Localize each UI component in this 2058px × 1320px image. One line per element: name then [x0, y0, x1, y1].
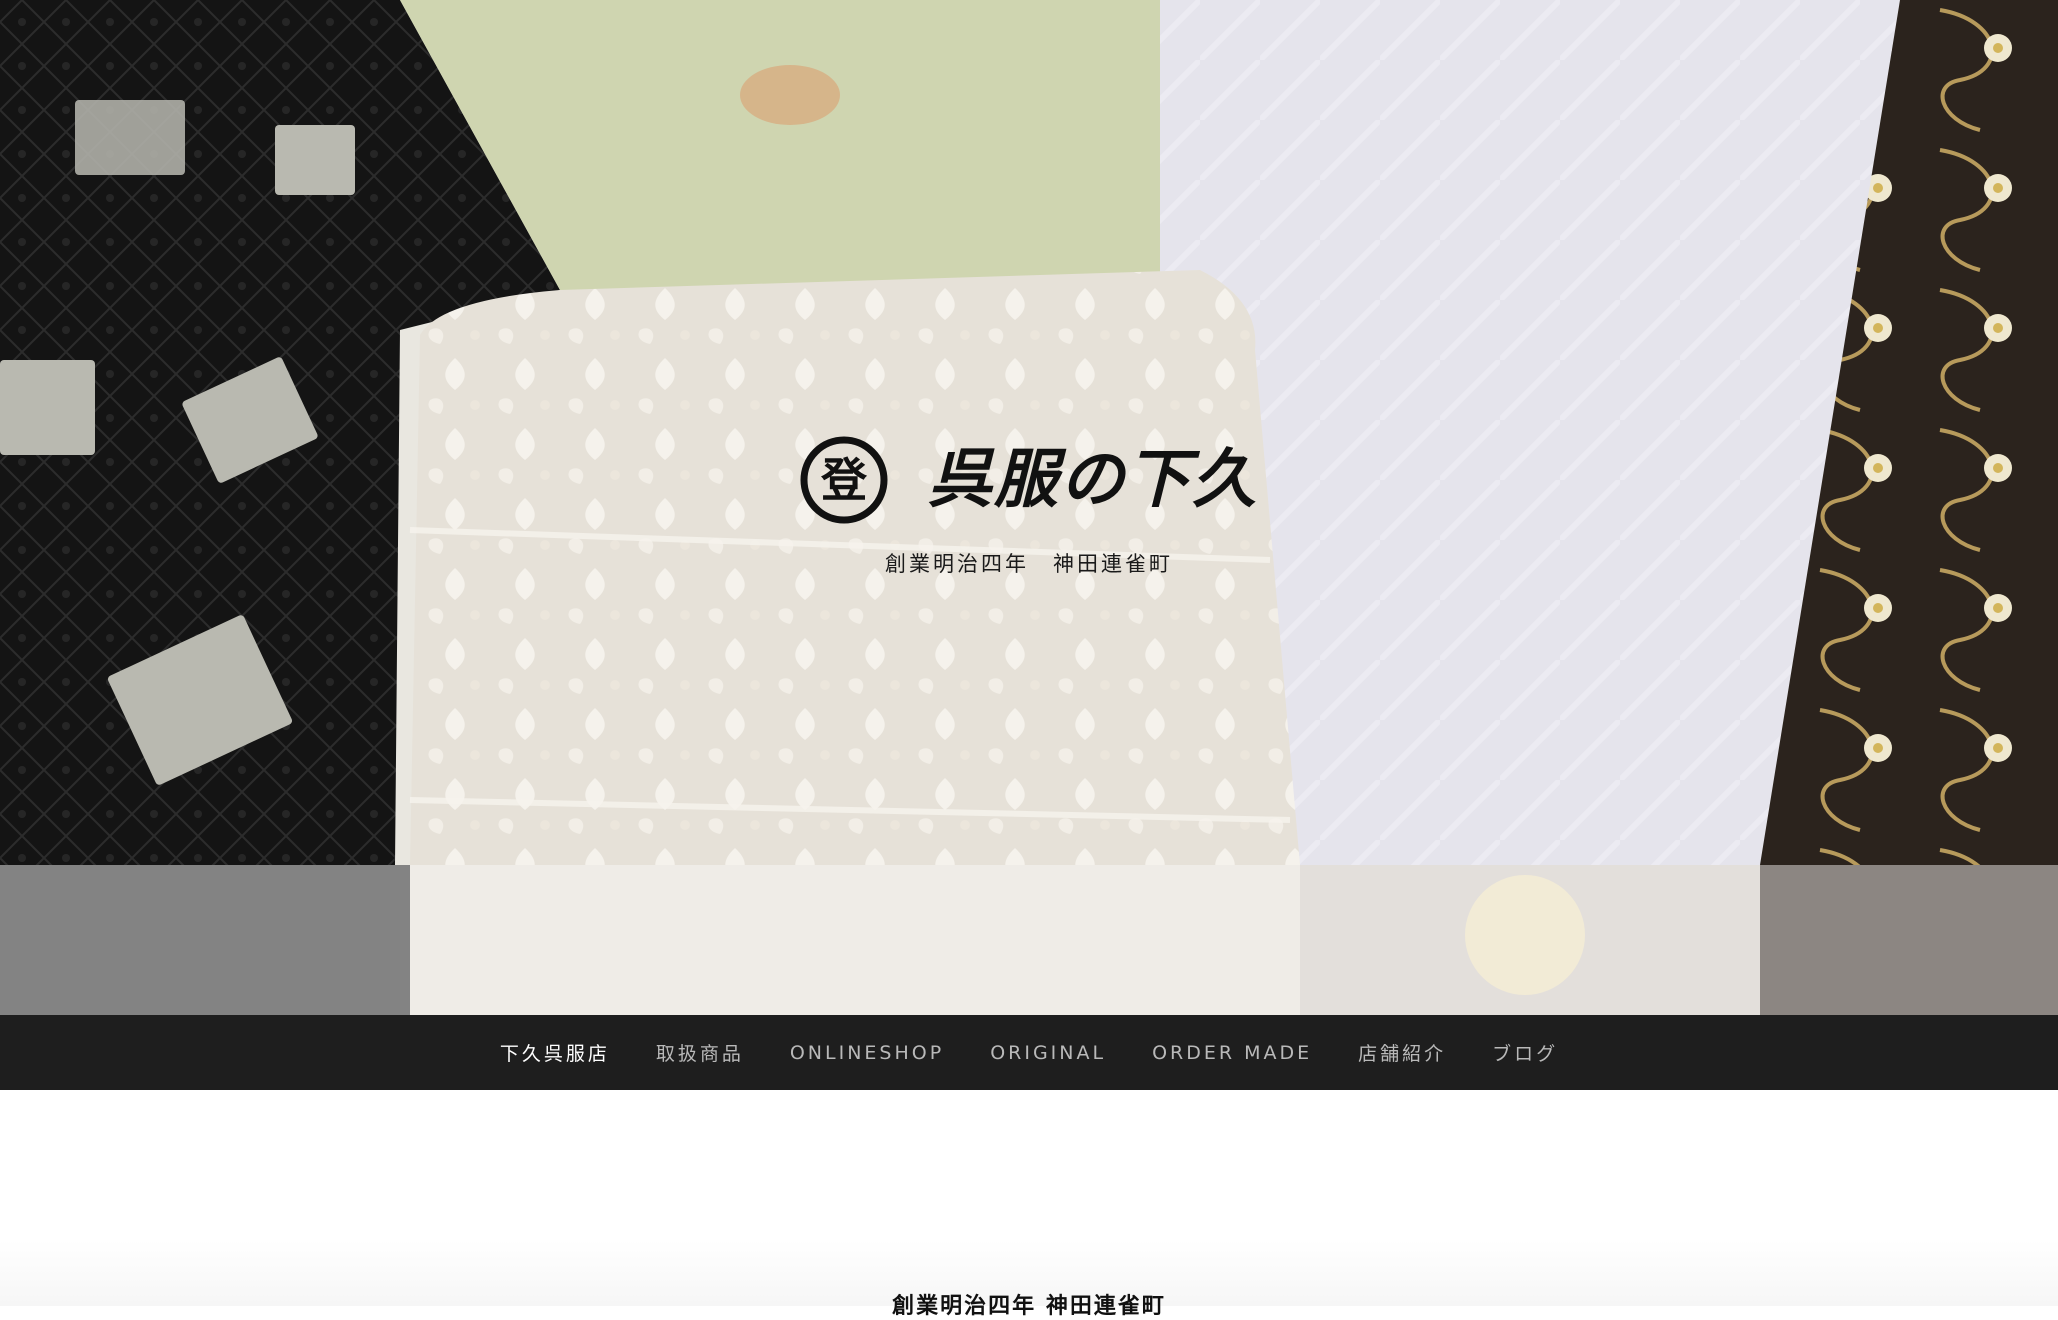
nav-item-products[interactable]: 取扱商品	[656, 1039, 744, 1066]
nav-item-original[interactable]: ORIGINAL	[990, 1042, 1106, 1064]
hero-banner: 登 呉服の下久 創業明治四年 神田連雀町	[0, 0, 2058, 1015]
crest-character: 登	[820, 453, 868, 507]
hero-bottom-overlay	[0, 865, 2058, 1015]
brand-name: 呉服の下久	[928, 442, 1258, 517]
nav-item-store-info[interactable]: 店舗紹介	[1358, 1039, 1446, 1066]
section-heading: 創業明治四年 神田連雀町	[892, 1293, 1166, 1319]
nav-item-onlineshop[interactable]: ONLINESHOP	[790, 1042, 944, 1064]
brand-tagline: 創業明治四年 神田連雀町	[885, 552, 1173, 576]
nav-item-shimohisa-gofukuten[interactable]: 下久呉服店	[500, 1039, 610, 1066]
crest-icon: 登	[800, 436, 888, 524]
nav-item-blog[interactable]: ブログ	[1492, 1039, 1558, 1066]
brand-logo[interactable]: 登 呉服の下久	[800, 430, 1270, 530]
main-navigation: 下久呉服店 取扱商品 ONLINESHOP ORIGINAL ORDER MAD…	[0, 1015, 2058, 1090]
nav-item-order-made[interactable]: ORDER MADE	[1152, 1042, 1312, 1064]
